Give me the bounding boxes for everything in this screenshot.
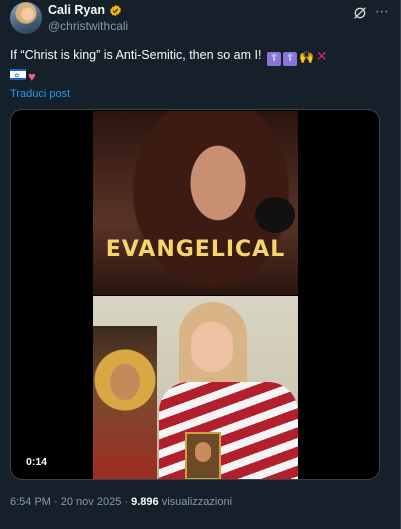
views-label: visualizzazioni [161, 496, 233, 508]
meta-separator: · [54, 496, 58, 508]
cross-mark-icon: ✕ [315, 48, 328, 64]
more-options-icon[interactable]: ⋯ [374, 4, 390, 21]
person-face [191, 322, 233, 372]
heart-icon: ♥ [28, 69, 36, 84]
views-count: 9.896 [131, 496, 159, 508]
video-caption: EVANGELICAL [105, 237, 286, 262]
video-duration-badge: 0:14 [21, 454, 53, 470]
raising-hands-icon: 🙌 [298, 50, 314, 64]
grok-icon[interactable] [352, 5, 368, 21]
handle[interactable]: @christwithcali [48, 19, 128, 33]
verified-badge-icon [110, 4, 121, 16]
video-frame-bottom [93, 296, 298, 479]
author-name-row: Cali Ryan [48, 3, 122, 17]
post-body: If “Christ is king” is Anti-Semitic, the… [10, 48, 262, 62]
post-time[interactable]: 6:54 PM [10, 496, 51, 508]
post-date[interactable]: 20 nov 2025 [61, 496, 122, 508]
post-header: Cali Ryan @christwithcali ⋯ [10, 2, 390, 38]
jesus-icon-painting [93, 326, 157, 479]
meta-separator: · [124, 496, 129, 508]
microphone-shape [255, 197, 295, 233]
held-icon-painting [185, 432, 221, 479]
orthodox-cross-icon: ☦ [266, 52, 281, 66]
israel-flag-icon [10, 68, 26, 86]
post-container: Cali Ryan @christwithcali ⋯ If “Christ i… [0, 0, 401, 529]
video-frame-top: EVANGELICAL [93, 111, 298, 295]
translate-post-link[interactable]: Traduci post [10, 88, 70, 100]
orthodox-cross-icon: ☦ [282, 52, 297, 66]
display-name[interactable]: Cali Ryan [48, 3, 105, 17]
post-meta: 6:54 PM · 20 nov 2025 · 9.896 visualizza… [10, 496, 232, 508]
post-text: If “Christ is king” is Anti-Semitic, the… [10, 46, 390, 86]
avatar[interactable] [10, 2, 42, 34]
draped-flag [159, 382, 298, 479]
video-player[interactable]: EVANGELICAL 0:14 [10, 109, 380, 480]
